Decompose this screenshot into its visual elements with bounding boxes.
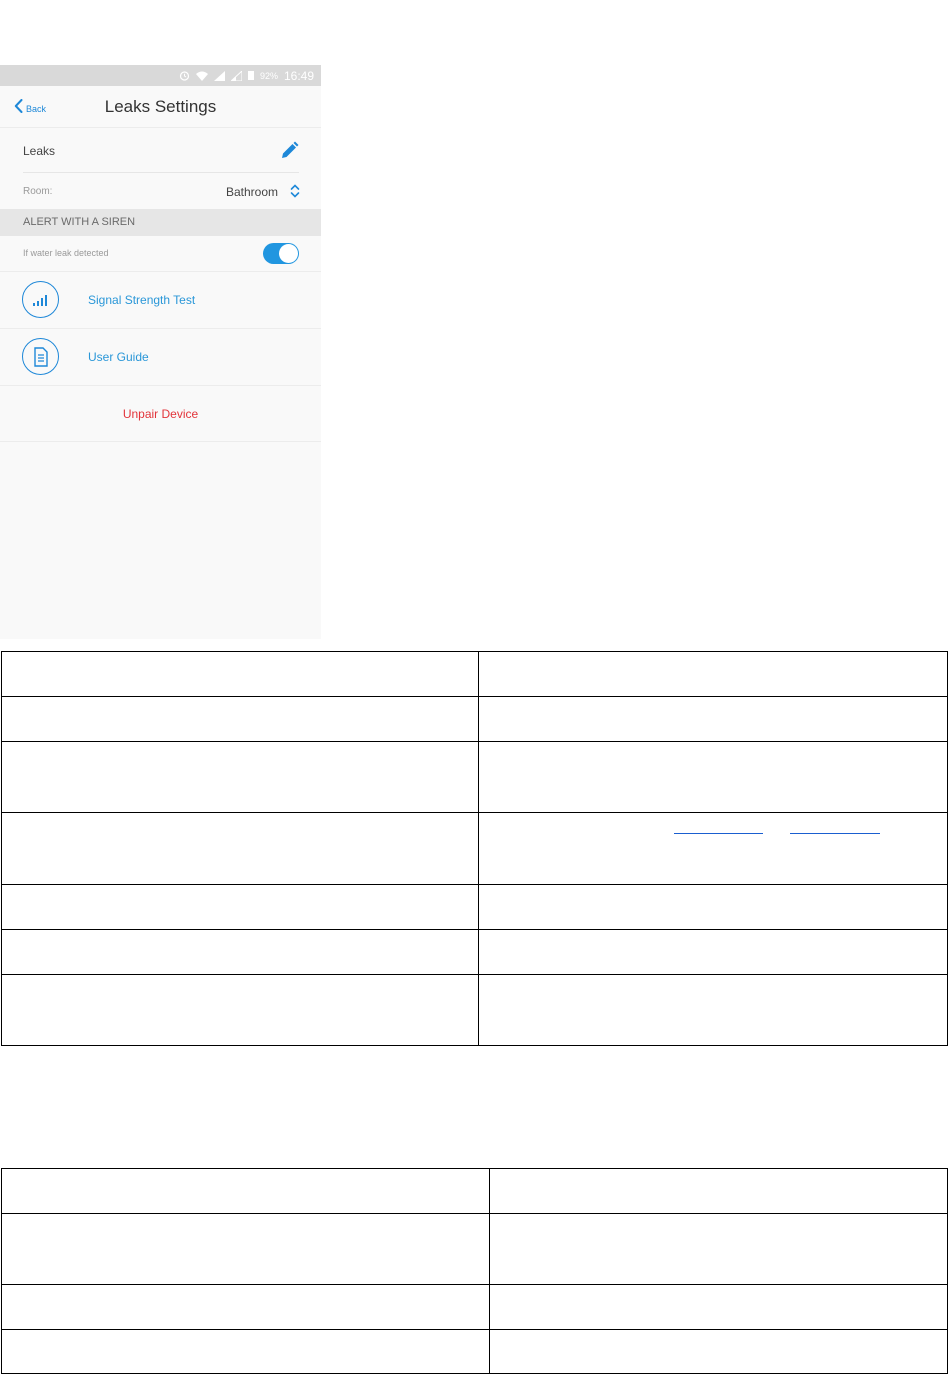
table-cell bbox=[478, 812, 948, 885]
app-screenshot: 92% 16:49 Back Leaks Settings Leaks Room… bbox=[0, 65, 321, 639]
table-row bbox=[1, 812, 948, 885]
siren-toggle-row: If water leak detected bbox=[0, 236, 321, 272]
user-guide-label: User Guide bbox=[88, 350, 149, 364]
device-name-row: Leaks bbox=[0, 128, 321, 173]
table-row bbox=[1, 1329, 948, 1374]
table-cell bbox=[478, 651, 948, 697]
page-title: Leaks Settings bbox=[104, 97, 217, 116]
table-row bbox=[1, 1284, 948, 1330]
status-bar: 92% 16:49 bbox=[0, 65, 321, 86]
table-cell bbox=[1, 651, 479, 697]
battery-percent: 92% bbox=[259, 70, 278, 81]
table-row bbox=[1, 651, 948, 697]
status-time: 16:49 bbox=[283, 68, 314, 83]
pencil-icon[interactable] bbox=[279, 141, 299, 166]
siren-toggle-label: If water leak detected bbox=[23, 248, 109, 258]
toggle-knob bbox=[279, 244, 298, 263]
unpair-device-button[interactable]: Unpair Device bbox=[0, 407, 321, 421]
unpair-device-row[interactable]: Unpair Device bbox=[0, 386, 321, 442]
table-cell bbox=[478, 741, 948, 813]
room-value: Bathroom bbox=[226, 185, 279, 199]
room-row[interactable]: Room: Bathroom bbox=[0, 173, 321, 209]
link-cell bbox=[479, 813, 947, 884]
table-cell bbox=[489, 1329, 948, 1374]
signal-icon bbox=[213, 70, 225, 81]
table-cell bbox=[1, 741, 479, 813]
table-cell bbox=[1, 1329, 490, 1374]
table-cell bbox=[1, 812, 479, 885]
document-icon bbox=[22, 338, 59, 375]
table-cell bbox=[489, 1284, 948, 1330]
table-row bbox=[1, 929, 948, 975]
alarm-icon bbox=[179, 70, 190, 81]
table-row bbox=[1, 884, 948, 930]
table-row bbox=[1, 1213, 948, 1285]
table-cell bbox=[1, 1168, 490, 1214]
signal-strength-label: Signal Strength Test bbox=[88, 293, 196, 307]
table-cell bbox=[478, 884, 948, 930]
signal-weak-icon bbox=[230, 70, 242, 81]
table-row bbox=[1, 696, 948, 742]
table-cell bbox=[1, 929, 479, 975]
table-cell bbox=[478, 974, 948, 1046]
table-cell bbox=[478, 929, 948, 975]
table-cell bbox=[1, 884, 479, 930]
table-cell bbox=[489, 1213, 948, 1285]
room-label: Room: bbox=[23, 186, 53, 197]
spec-table-1 bbox=[1, 651, 948, 1046]
table-cell bbox=[1, 1284, 490, 1330]
spec-table-2 bbox=[1, 1168, 948, 1374]
table-cell bbox=[1, 696, 479, 742]
table-row bbox=[1, 974, 948, 1046]
table-row bbox=[1, 1168, 948, 1214]
signal-strength-row[interactable]: Signal Strength Test bbox=[0, 272, 321, 329]
table-row bbox=[1, 741, 948, 813]
table-cell bbox=[1, 974, 479, 1046]
user-guide-row[interactable]: User Guide bbox=[0, 329, 321, 386]
wifi-icon bbox=[195, 71, 208, 81]
table-cell bbox=[489, 1168, 948, 1214]
battery-icon bbox=[247, 71, 254, 80]
siren-section-header: ALERT WITH A SIREN bbox=[0, 209, 321, 236]
link-underline[interactable] bbox=[790, 833, 880, 834]
link-underline[interactable] bbox=[674, 833, 763, 834]
chevron-updown-icon bbox=[290, 183, 300, 204]
signal-bars-icon bbox=[22, 281, 59, 318]
device-name: Leaks bbox=[23, 144, 56, 158]
table-cell bbox=[478, 696, 948, 742]
table-cell bbox=[1, 1213, 490, 1285]
nav-bar: Back Leaks Settings bbox=[0, 86, 321, 128]
siren-toggle[interactable] bbox=[263, 243, 299, 264]
